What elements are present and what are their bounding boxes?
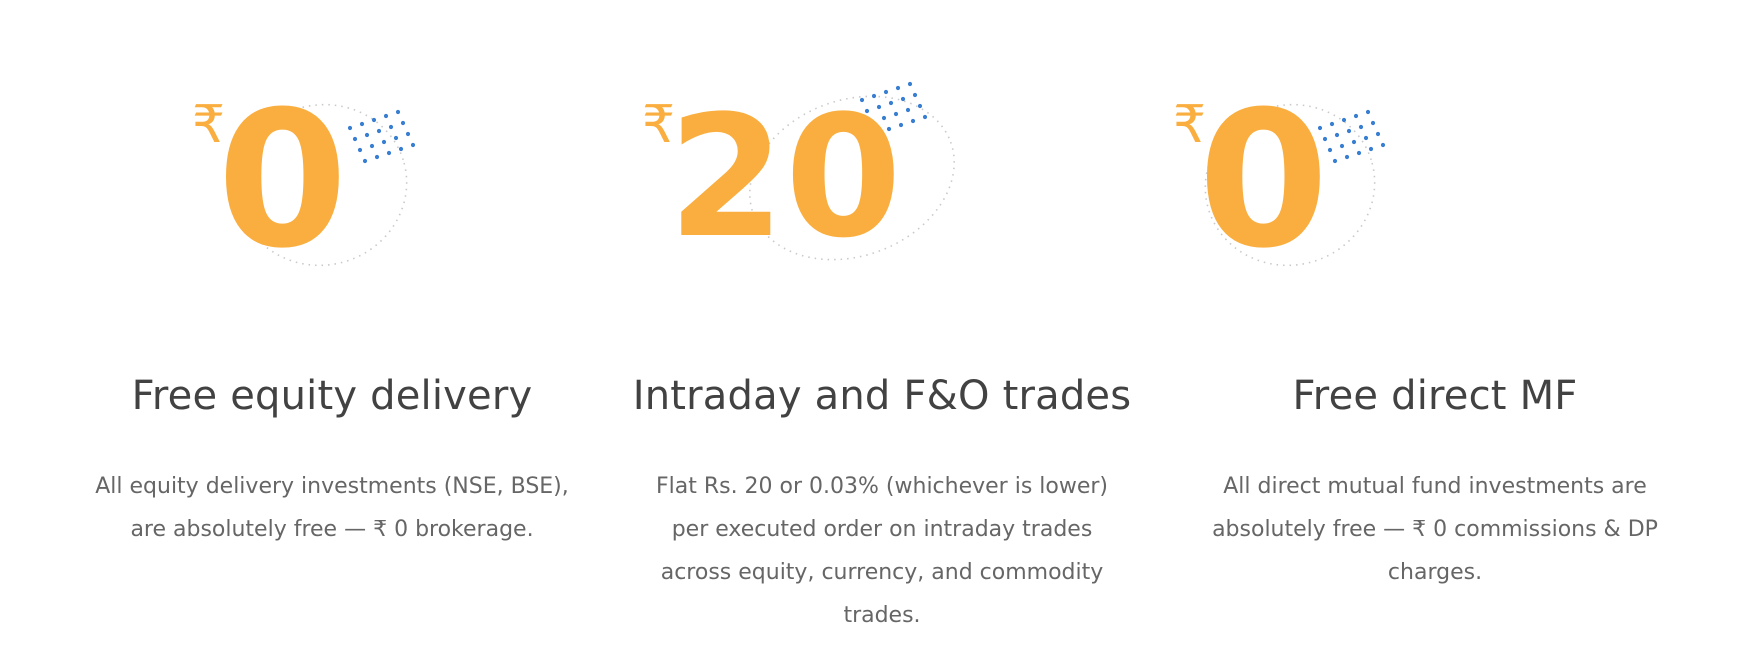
decorative-dot (386, 150, 392, 156)
pricing-card-direct-mf: ₹ 0 Free direct MF All direct mutual fun… (1155, 0, 1715, 665)
decorative-dot (347, 125, 353, 131)
decorative-dot (922, 114, 928, 120)
decorative-dot (905, 107, 911, 113)
decorative-dot (1365, 109, 1371, 115)
decorative-dot (398, 146, 404, 152)
card-description: All equity delivery investments (NSE, BS… (95, 474, 569, 542)
decorative-dot (1363, 135, 1369, 141)
card-title: Intraday and F&O trades (632, 373, 1132, 419)
decorative-dot (383, 113, 389, 119)
decorative-dot (1334, 132, 1340, 138)
decorative-dot (393, 135, 399, 141)
decorative-dot (1380, 142, 1386, 148)
decorative-dot (917, 103, 923, 109)
card-description: All direct mutual fund investments are a… (1212, 474, 1658, 585)
decorative-dot (369, 143, 375, 149)
card-title: Free equity delivery (131, 373, 533, 419)
decorative-dot (359, 121, 365, 127)
price-value: 20 (668, 79, 902, 275)
decorative-dot (910, 118, 916, 124)
decorative-dot (405, 131, 411, 137)
decorative-dot (1344, 154, 1350, 160)
decorative-dot (912, 92, 918, 98)
price-illustration: ₹ 0 (1155, 60, 1715, 320)
decorative-dot (1358, 124, 1364, 130)
decorative-dot (400, 120, 406, 126)
price-zero-graphic: ₹ 0 (192, 71, 416, 290)
decorative-dot (1329, 121, 1335, 127)
price-zero-graphic: ₹ 0 (1173, 71, 1386, 290)
dot-pattern-icon (347, 109, 416, 164)
decorative-dot (381, 139, 387, 145)
decorative-dot (1353, 113, 1359, 119)
decorative-dot (376, 128, 382, 134)
decorative-dot (1346, 128, 1352, 134)
pricing-card-intraday-fo: ₹ 20 Intraday and F&O trades Flat Rs. 20… (602, 0, 1162, 665)
card-description: Flat Rs. 20 or 0.03% (whichever is lower… (655, 474, 1109, 628)
decorative-dot (1370, 120, 1376, 126)
card-title: Free direct MF (1292, 373, 1578, 419)
price-illustration: ₹ 20 (602, 60, 1162, 320)
decorative-dot (410, 142, 416, 148)
decorative-dot (364, 132, 370, 138)
decorative-dot (1339, 143, 1345, 149)
decorative-dot (362, 158, 368, 164)
decorative-dot (1368, 146, 1374, 152)
price-value: 0 (1198, 71, 1329, 290)
decorative-dot (371, 117, 377, 123)
decorative-dot (1341, 117, 1347, 123)
decorative-dot (1351, 139, 1357, 145)
decorative-dot (1375, 131, 1381, 137)
price-twenty-graphic: ₹ 20 (642, 79, 956, 275)
pricing-card-equity-delivery: ₹ 0 Free equity delivery All equity deli… (52, 0, 612, 665)
price-value: 0 (217, 71, 348, 290)
decorative-dot (907, 81, 913, 87)
decorative-dot (1356, 150, 1362, 156)
decorative-dot (1332, 158, 1338, 164)
decorative-dot (352, 136, 358, 142)
decorative-dot (374, 154, 380, 160)
decorative-dot (357, 147, 363, 153)
price-illustration: ₹ 0 (52, 60, 612, 320)
pricing-section: ₹ 0 Free equity delivery All equity deli… (0, 0, 1763, 665)
decorative-dot (388, 124, 394, 130)
decorative-dot (395, 109, 401, 115)
